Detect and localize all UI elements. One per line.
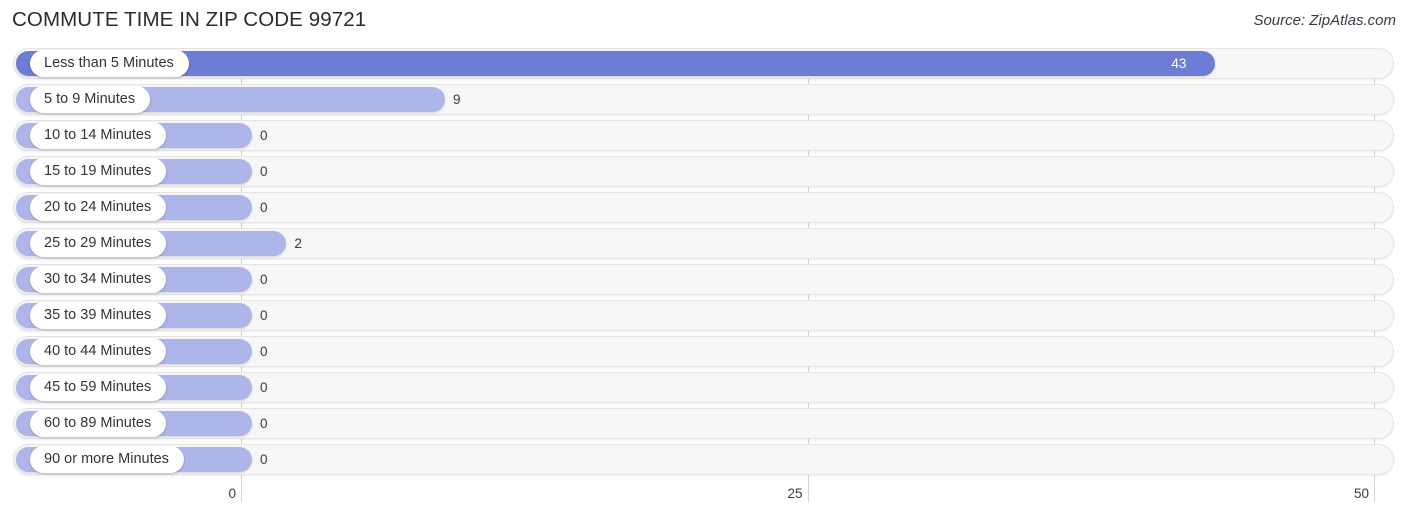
axis-tick-mark	[1374, 482, 1375, 502]
bar-category-label: Less than 5 Minutes	[30, 50, 189, 77]
bar-category-label-text: 60 to 89 Minutes	[44, 415, 152, 432]
chart-header: COMMUTE TIME IN ZIP CODE 99721 Source: Z…	[0, 0, 1406, 44]
bar-row[interactable]: 40 to 44 Minutes 0	[0, 336, 1406, 367]
bar-category-label-text: 45 to 59 Minutes	[44, 379, 152, 396]
bar-category-label-text: 15 to 19 Minutes	[44, 163, 152, 180]
bar-row[interactable]: 30 to 34 Minutes 0	[0, 264, 1406, 295]
bar-row[interactable]: 15 to 19 Minutes 0	[0, 156, 1406, 187]
bar-rows: Less than 5 Minutes 43 5 to 9 Minutes 9 10 t…	[0, 48, 1406, 480]
bar-value-label: 0	[260, 199, 268, 215]
bar-value-label: 0	[260, 379, 268, 395]
bar-value-label: 0	[260, 415, 268, 431]
bar-category-label-text: 30 to 34 Minutes	[44, 271, 152, 288]
bar-category-label-text: 10 to 14 Minutes	[44, 127, 152, 144]
bar-row[interactable]: 20 to 24 Minutes 0	[0, 192, 1406, 223]
bar-category-label: 60 to 89 Minutes	[30, 410, 167, 437]
bar-category-label-text: 40 to 44 Minutes	[44, 343, 152, 360]
bar-row[interactable]: 45 to 59 Minutes 0	[0, 372, 1406, 403]
axis-tick-label: 50	[1353, 486, 1369, 501]
bar-category-label: 35 to 39 Minutes	[30, 302, 167, 329]
bar-row[interactable]: 60 to 89 Minutes 0	[0, 408, 1406, 439]
x-axis: 0 25 50	[0, 482, 1406, 516]
bar-category-label-text: 5 to 9 Minutes	[44, 91, 136, 108]
bar-category-label-text: 25 to 29 Minutes	[44, 235, 152, 252]
bar-value-label: 2	[294, 235, 302, 251]
bar-category-label: 25 to 29 Minutes	[30, 230, 167, 257]
bar-value-label: 9	[452, 91, 461, 107]
axis-tick-mark	[241, 482, 242, 502]
bar-category-label: 90 or more Minutes	[30, 446, 184, 473]
bar-category-label: 30 to 34 Minutes	[30, 266, 167, 293]
bar-row[interactable]: 10 to 14 Minutes 0	[0, 120, 1406, 151]
chart-plot-area: Less than 5 Minutes 43 5 to 9 Minutes 9 10 t…	[0, 48, 1406, 488]
bar-row[interactable]: Less than 5 Minutes 43	[0, 48, 1406, 79]
axis-tick-label: 25	[787, 486, 803, 501]
bar-category-label: 20 to 24 Minutes	[30, 194, 167, 221]
bar-category-label: 40 to 44 Minutes	[30, 338, 167, 365]
axis-tick-label: 0	[228, 486, 236, 501]
bar-value-label: 0	[260, 307, 268, 323]
bar-value-label: 0	[260, 127, 268, 143]
bar-value-label: 0	[260, 163, 268, 179]
bar-category-label: 45 to 59 Minutes	[30, 374, 167, 401]
bar-category-label-text: 35 to 39 Minutes	[44, 307, 152, 324]
bar-row[interactable]: 35 to 39 Minutes 0	[0, 300, 1406, 331]
bar-category-label-text: 20 to 24 Minutes	[44, 199, 152, 216]
bar-category-label-text: Less than 5 Minutes	[44, 55, 174, 72]
bar-row[interactable]: 90 or more Minutes 0	[0, 444, 1406, 475]
bar-category-label: 5 to 9 Minutes	[30, 86, 151, 113]
bar-row[interactable]: 5 to 9 Minutes 9	[0, 84, 1406, 115]
bar-category-label-text: 90 or more Minutes	[44, 451, 169, 468]
bar[interactable]	[16, 51, 1216, 76]
bar-category-label: 10 to 14 Minutes	[30, 122, 167, 149]
axis-tick-mark	[807, 482, 809, 502]
page-title: COMMUTE TIME IN ZIP CODE 99721	[12, 8, 367, 31]
source-label: Source: ZipAtlas.com	[1253, 12, 1396, 29]
bar-value-label: 0	[260, 271, 268, 287]
bar-value-label: 0	[260, 451, 268, 467]
bar-row[interactable]: 25 to 29 Minutes 2	[0, 228, 1406, 259]
bar-value-label: 43	[1171, 55, 1187, 71]
bar-value-label: 0	[260, 343, 268, 359]
bar-category-label: 15 to 19 Minutes	[30, 158, 167, 185]
